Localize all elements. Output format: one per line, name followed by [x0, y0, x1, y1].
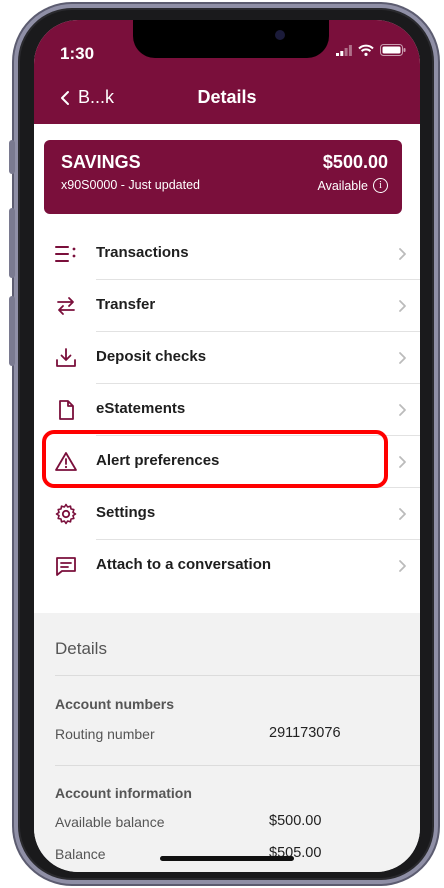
menu-item-deposit-checks[interactable]: Deposit checks [34, 332, 420, 384]
volume-up-button [9, 208, 15, 278]
notch [133, 20, 329, 58]
menu-item-settings[interactable]: Settings [34, 488, 420, 540]
transfer-arrows-icon [57, 297, 75, 315]
menu-item-estatements[interactable]: eStatements [34, 384, 420, 436]
account-name: SAVINGS [61, 152, 141, 172]
details-section: Details Account numbers Routing number 2… [34, 613, 420, 872]
status-time: 1:30 [60, 44, 95, 63]
chevron-right-icon [399, 508, 406, 520]
nav-bar: B...k Details [34, 84, 420, 114]
routing-number-label: Routing number [55, 726, 155, 742]
list-icon [55, 246, 76, 262]
download-tray-icon [56, 348, 76, 367]
battery-icon [380, 44, 406, 56]
divider [55, 765, 420, 766]
details-title: Details [55, 639, 107, 658]
menu-label: Alert preferences [96, 452, 220, 469]
chevron-right-icon [399, 404, 406, 416]
chevron-right-icon [399, 560, 406, 572]
chevron-right-icon [399, 248, 406, 260]
camera-icon [275, 30, 285, 40]
signal-icon [336, 44, 352, 56]
menu-label: Attach to a conversation [96, 556, 272, 573]
chat-bubble-icon [56, 557, 76, 576]
balance-label: Balance [55, 846, 106, 862]
available-label-row: Available i [317, 178, 388, 193]
mute-switch [9, 140, 15, 174]
available-balance-label: Available balance [55, 814, 165, 830]
page-title: Details [197, 87, 257, 107]
chevron-right-icon [399, 456, 406, 468]
volume-down-button [9, 296, 15, 366]
menu-label: Settings [96, 504, 156, 521]
account-information-heading: Account information [55, 785, 192, 801]
chevron-right-icon [399, 352, 406, 364]
phone-screen: 1:30 B...k Details SAVINGS x90S0000 - Ju… [34, 20, 420, 872]
menu-item-alert-preferences[interactable]: Alert preferences [34, 436, 420, 488]
info-icon[interactable]: i [373, 178, 388, 193]
gear-icon [55, 503, 77, 525]
content: SAVINGS x90S0000 - Just updated $500.00 … [34, 124, 420, 872]
menu-label: Transfer [96, 296, 156, 313]
status-icons [336, 44, 406, 56]
available-label: Available [317, 178, 368, 193]
routing-number-value: 291173076 [269, 725, 341, 741]
menu-label: eStatements [96, 400, 186, 417]
menu-label: Transactions [96, 244, 189, 261]
home-indicator[interactable] [160, 856, 294, 861]
menu-item-attach-conversation[interactable]: Attach to a conversation [34, 540, 420, 592]
account-card[interactable]: SAVINGS x90S0000 - Just updated $500.00 … [44, 140, 402, 214]
menu-item-transactions[interactable]: Transactions [34, 228, 420, 280]
document-icon [59, 400, 74, 420]
chevron-right-icon [399, 300, 406, 312]
available-balance-value: $500.00 [269, 813, 322, 829]
warning-triangle-icon [55, 452, 77, 471]
account-numbers-heading: Account numbers [55, 696, 175, 712]
menu-label: Deposit checks [96, 348, 207, 365]
menu-item-transfer[interactable]: Transfer [34, 280, 420, 332]
wifi-icon [358, 44, 374, 56]
menu-section: SAVINGS x90S0000 - Just updated $500.00 … [34, 124, 420, 613]
account-subtitle: x90S0000 - Just updated [61, 178, 200, 192]
account-balance: $500.00 [322, 152, 388, 172]
divider [55, 675, 420, 676]
